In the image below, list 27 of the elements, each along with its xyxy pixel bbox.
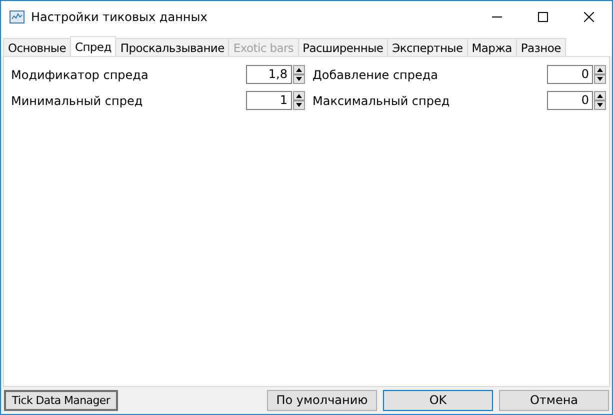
number-field[interactable]: 0 bbox=[547, 91, 593, 110]
dialog-button[interactable]: OK bbox=[383, 390, 493, 410]
maximize-icon bbox=[538, 12, 548, 22]
tab[interactable]: Расширенные bbox=[298, 38, 388, 56]
field-label: Максимальный спред bbox=[312, 94, 451, 108]
tab[interactable]: Экспертные bbox=[387, 38, 468, 56]
dialog-button[interactable]: По умолчанию bbox=[267, 390, 377, 410]
number-field[interactable]: 0 bbox=[547, 65, 593, 84]
spin-buttons[interactable] bbox=[594, 65, 606, 84]
window-title: Настройки тиковых данных bbox=[31, 10, 208, 24]
number-field[interactable]: 1,8 bbox=[246, 65, 292, 84]
tab[interactable]: Основные bbox=[3, 38, 71, 56]
dialog-button[interactable]: Отмена bbox=[499, 390, 609, 410]
close-icon bbox=[584, 12, 594, 22]
tab[interactable]: Маржа bbox=[466, 38, 517, 56]
tab[interactable]: Спред bbox=[70, 36, 116, 56]
app-icon bbox=[9, 10, 25, 24]
tab[interactable]: Разное bbox=[516, 38, 566, 56]
spin-buttons[interactable] bbox=[292, 91, 304, 110]
spin-buttons[interactable] bbox=[292, 65, 304, 84]
tab[interactable]: Проскальзывание bbox=[115, 38, 230, 56]
field-label: Минимальный спред bbox=[11, 94, 144, 108]
tick-data-manager-button[interactable]: Tick Data Manager bbox=[4, 390, 118, 410]
spin-buttons[interactable] bbox=[594, 91, 606, 110]
field-label: Добавление спреда bbox=[312, 68, 440, 82]
field-label: Модификатор спреда bbox=[11, 68, 150, 82]
number-field[interactable]: 1 bbox=[246, 91, 292, 110]
